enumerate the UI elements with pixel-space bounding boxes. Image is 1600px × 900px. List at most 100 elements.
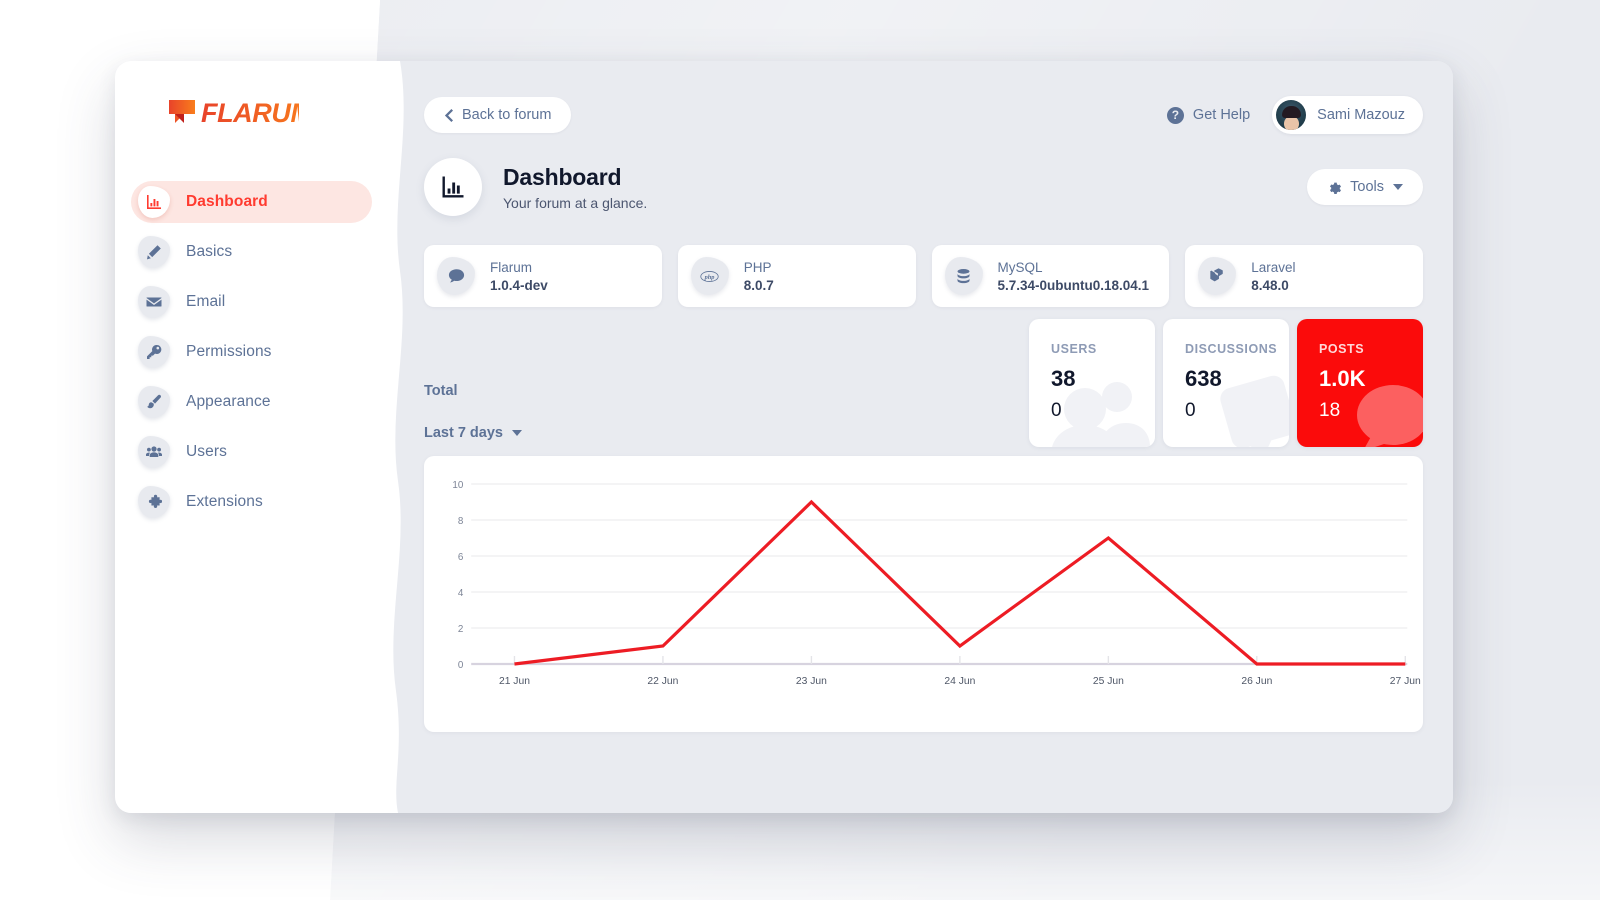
info-card-text: MySQL 5.7.34-0ubuntu0.18.04.1 [998,260,1150,293]
chevron-down-icon [512,430,522,436]
stat-card-period: 18 [1319,400,1341,421]
chart-selectors: Total Last 7 days [424,383,522,442]
chart-y-ticks: 10 8 6 4 2 0 [452,480,463,671]
sidebar-item-label: Users [186,443,227,460]
svg-text:6: 6 [458,552,464,563]
svg-text:0: 0 [458,660,464,671]
sidebar-item-label: Appearance [186,393,271,410]
info-card-text: PHP 8.0.7 [744,260,774,293]
stat-card-posts[interactable]: POSTS 1.0K 18 [1297,319,1423,447]
back-to-forum-label: Back to forum [462,107,552,123]
info-cards: Flarum 1.0.4-dev php PHP 8.0.7 MySQL 5.7… [424,245,1423,307]
laravel-icon [1198,257,1237,295]
svg-text:4: 4 [458,588,464,599]
info-card-laravel: Laravel 8.48.0 [1185,245,1423,307]
info-card-php: php PHP 8.0.7 [677,245,916,307]
user-name-label: Sami Mazouz [1317,107,1405,123]
activity-line-chart: 10 8 6 4 2 0 21 Jun 22 Jun 23 Jun 24 Jun… [452,480,1421,687]
stat-card-key: USERS [1051,342,1097,356]
sidebar-item-label: Basics [186,243,233,260]
sidebar: FLARUM Dashboard Basics [115,61,404,813]
chevron-down-icon [1393,184,1403,190]
stat-card-total: 638 [1185,366,1222,391]
stat-card-key: POSTS [1319,342,1365,356]
svg-text:26 Jun: 26 Jun [1241,676,1272,687]
svg-text:php: php [704,274,715,281]
tools-label: Tools [1350,179,1384,195]
stat-card-total: 1.0K [1319,366,1366,391]
stat-card-users[interactable]: USERS 38 0 [1029,319,1155,447]
chart-series-total [514,499,1406,666]
page-title: Dashboard [503,163,622,190]
page-header-text: Dashboard Your forum at a glance. [503,164,647,211]
bar-chart-icon [138,186,170,218]
info-card-version: 8.0.7 [743,277,774,293]
sidebar-item-label: Dashboard [186,193,268,210]
sidebar-item-appearance[interactable]: Appearance [131,381,372,423]
page-header-left: Dashboard Your forum at a glance. [424,158,647,216]
info-card-name: MySQL [997,259,1043,275]
main-content: Back to forum ? Get Help Sami Mazouz Das… [390,61,1453,813]
info-card-mysql: MySQL 5.7.34-0ubuntu0.18.04.1 [931,245,1170,307]
svg-text:22 Jun: 22 Jun [647,676,678,687]
php-icon: php [690,257,729,295]
user-menu-button[interactable]: Sami Mazouz [1272,96,1423,134]
svg-text:27 Jun: 27 Jun [1390,676,1421,687]
key-icon [138,336,170,368]
metric-selector[interactable]: Total [424,383,522,399]
svg-text:21 Jun: 21 Jun [499,676,530,687]
chevron-left-icon [444,108,453,122]
info-card-name: PHP [743,259,772,275]
get-help-button[interactable]: ? Get Help [1166,106,1251,124]
sidebar-item-extensions[interactable]: Extensions [131,481,372,523]
info-card-version: 1.0.4-dev [490,277,548,293]
sidebar-item-dashboard[interactable]: Dashboard [131,181,372,223]
svg-text:25 Jun: 25 Jun [1093,676,1124,687]
info-card-version: 5.7.34-0ubuntu0.18.04.1 [997,277,1150,293]
svg-text:FLARUM: FLARUM [201,98,299,128]
svg-text:2: 2 [458,624,464,635]
sidebar-item-email[interactable]: Email [131,281,372,323]
info-card-name: Laravel [1251,259,1296,275]
stat-card-period: 0 [1185,400,1196,421]
period-selector-label: Last 7 days [424,425,503,441]
sidebar-wave-edge [386,61,416,813]
svg-text:24 Jun: 24 Jun [944,676,975,687]
envelope-icon [138,286,170,318]
page-header: Dashboard Your forum at a glance. Tools [424,158,1423,216]
get-help-label: Get Help [1192,107,1251,123]
back-to-forum-button[interactable]: Back to forum [424,97,572,133]
pencil-icon [138,236,170,268]
sidebar-item-label: Email [186,293,226,310]
bar-chart-icon [424,158,482,216]
paintbrush-icon [138,386,170,418]
period-selector[interactable]: Last 7 days [424,425,522,441]
svg-text:10: 10 [452,480,463,491]
info-card-version: 8.48.0 [1251,277,1289,293]
stat-card-discussions[interactable]: DISCUSSIONS 638 0 [1163,319,1289,447]
sidebar-item-users[interactable]: Users [131,431,372,473]
info-card-flarum: Flarum 1.0.4-dev [424,245,662,307]
speech-bubble-icon [437,257,475,295]
stat-card-period: 0 [1051,400,1062,421]
sidebar-item-basics[interactable]: Basics [131,231,372,273]
page-subtitle: Your forum at a glance. [503,194,648,211]
top-bar: Back to forum ? Get Help Sami Mazouz [424,61,1423,134]
puzzle-icon [138,486,170,518]
stat-cards: USERS 38 0 DISCUSSIONS 638 0 POSTS 1.0K … [1029,319,1423,447]
top-bar-right: ? Get Help Sami Mazouz [1166,96,1423,134]
info-card-text: Flarum 1.0.4-dev [490,260,548,293]
info-card-text: Laravel 8.48.0 [1251,260,1295,293]
svg-text:8: 8 [458,516,464,527]
sidebar-nav: Dashboard Basics Email Permissions Appea… [115,181,390,523]
tools-button[interactable]: Tools [1307,169,1423,205]
chart-gridlines [471,483,1408,666]
database-icon [944,257,983,295]
flarum-logo[interactable]: FLARUM [167,94,299,130]
gear-icon [1330,182,1342,194]
sidebar-item-permissions[interactable]: Permissions [131,331,372,373]
admin-window: FLARUM Dashboard Basics [115,61,1453,813]
sidebar-item-label: Permissions [186,343,272,360]
users-icon [138,436,170,468]
chart-panel[interactable]: 10 8 6 4 2 0 21 Jun 22 Jun 23 Jun 24 Jun… [424,456,1423,732]
